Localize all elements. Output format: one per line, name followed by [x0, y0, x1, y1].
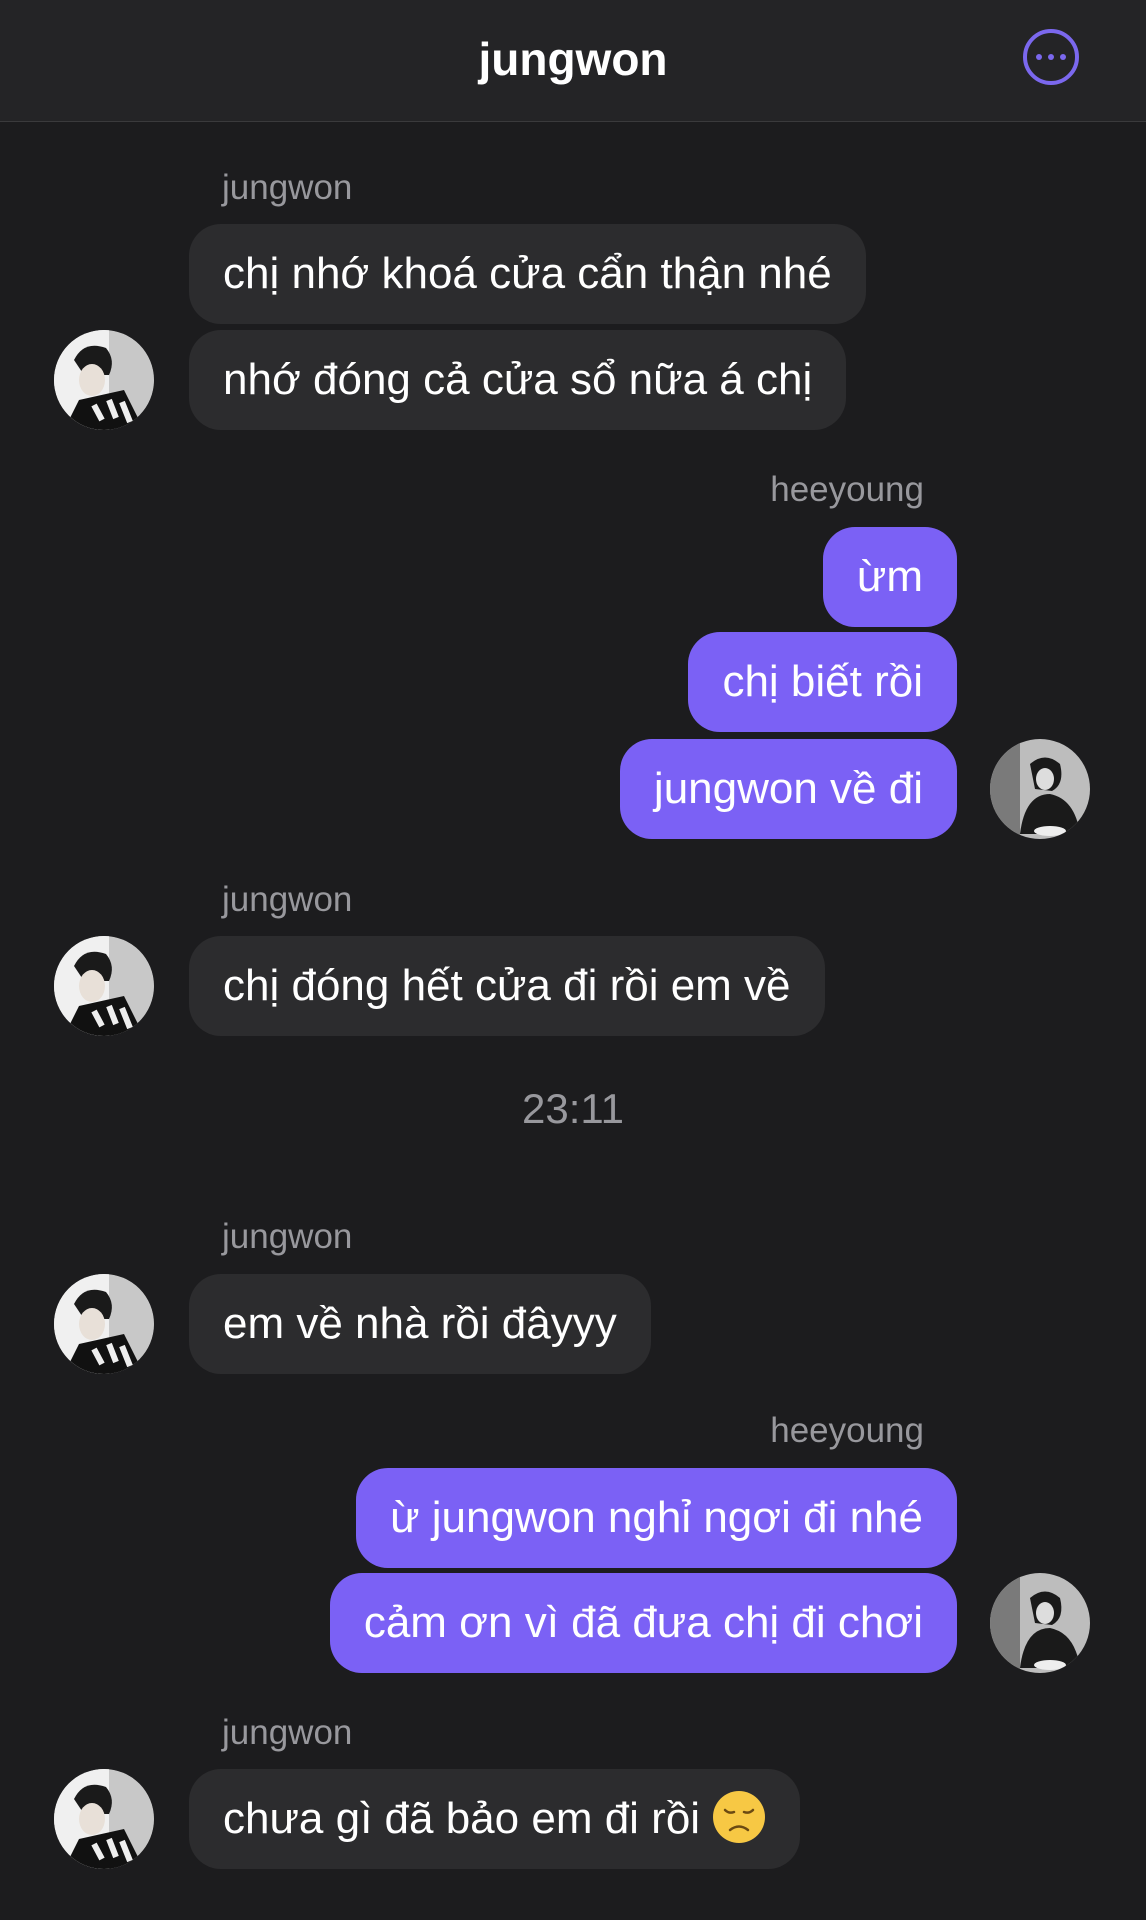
more-options-icon[interactable] [1023, 29, 1079, 85]
sender-name: jungwon [222, 1217, 353, 1256]
incoming-message[interactable]: nhớ đóng cả cửa sổ nữa á chị [189, 330, 847, 430]
sender-name: jungwon [222, 1713, 353, 1752]
incoming-message[interactable]: em về nhà rồi đâyyy [189, 1274, 651, 1374]
incoming-message[interactable]: chưa gì đã bảo em đi rồi [189, 1769, 801, 1869]
sender-name: jungwon [222, 168, 353, 207]
outgoing-message[interactable]: ừ jungwon nghỉ ngơi đi nhé [356, 1468, 957, 1568]
sender-name: jungwon [222, 880, 353, 919]
message-text: chưa gì đã bảo em đi rồi [223, 1794, 701, 1843]
chat-header: jungwon [0, 0, 1146, 122]
avatar-heeyoung[interactable] [990, 739, 1090, 839]
outgoing-message[interactable]: jungwon về đi [619, 739, 957, 839]
sender-name: heeyoung [770, 1411, 924, 1450]
chat-title: jungwon [478, 33, 668, 85]
outgoing-message[interactable]: cảm ơn vì đã đưa chị đi chơi [329, 1573, 957, 1673]
outgoing-message[interactable]: ừm [822, 527, 957, 627]
avatar-jungwon[interactable] [54, 936, 154, 1036]
incoming-message[interactable]: chị đóng hết cửa đi rồi em về [189, 936, 825, 1036]
timestamp: 23:11 [522, 1085, 624, 1132]
outgoing-message[interactable]: chị biết rồi [688, 632, 957, 732]
disappointed-face-icon [713, 1791, 766, 1844]
incoming-message[interactable]: chị nhớ khoá cửa cẩn thận nhé [189, 224, 866, 324]
sender-name: heeyoung [770, 470, 924, 509]
avatar-jungwon[interactable] [54, 1769, 154, 1869]
avatar-jungwon[interactable] [54, 330, 154, 430]
avatar-heeyoung[interactable] [990, 1573, 1090, 1673]
avatar-jungwon[interactable] [54, 1274, 154, 1374]
